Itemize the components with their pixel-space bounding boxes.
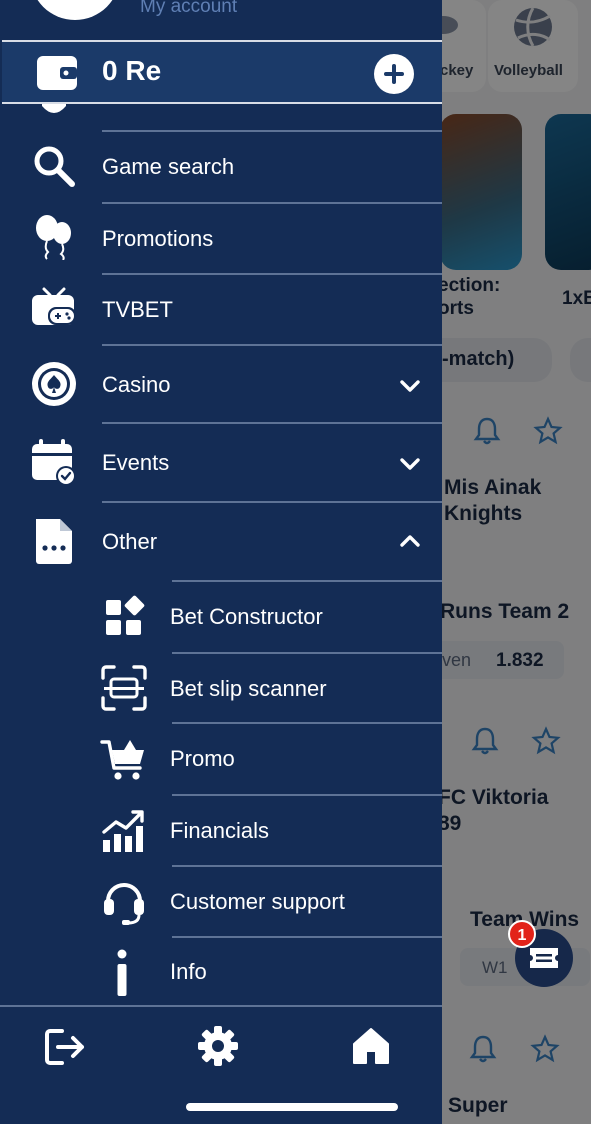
menu-label: Promotions bbox=[102, 226, 214, 251]
menu-label: TVBET bbox=[102, 297, 173, 322]
menu-label: Events bbox=[102, 450, 170, 475]
tv-gamepad-icon bbox=[32, 287, 76, 325]
casino-chip-icon bbox=[32, 362, 76, 406]
submenu-label: Bet slip scanner bbox=[170, 676, 327, 701]
home-icon[interactable] bbox=[352, 1027, 390, 1065]
submenu-item-info[interactable]: Info bbox=[0, 938, 442, 1008]
chevron-down-icon bbox=[400, 380, 420, 392]
bet-slip-count-badge: 1 bbox=[508, 920, 536, 948]
submenu-item-bet-constructor[interactable]: Bet Constructor bbox=[0, 582, 442, 652]
chevron-down-icon bbox=[400, 458, 420, 470]
info-icon bbox=[117, 949, 127, 996]
balance-amount: 0 Re bbox=[102, 55, 162, 86]
menu-label: Other bbox=[102, 529, 158, 554]
wallet-icon bbox=[37, 56, 77, 90]
menu-item-game-search[interactable]: Game search bbox=[0, 132, 442, 202]
gear-icon[interactable] bbox=[197, 1025, 239, 1067]
submenu-label: Customer support bbox=[170, 889, 345, 914]
menu-item-promotions[interactable]: Promotions bbox=[0, 204, 442, 274]
financial-chart-icon bbox=[102, 810, 144, 852]
search-icon bbox=[34, 146, 75, 187]
submenu-label: Info bbox=[170, 959, 207, 984]
scanner-icon bbox=[101, 665, 147, 711]
logout-icon[interactable] bbox=[44, 1027, 86, 1067]
blocks-icon bbox=[106, 595, 145, 635]
submenu-item-financials[interactable]: Financials bbox=[0, 796, 442, 866]
headset-icon bbox=[104, 883, 144, 925]
submenu-item-bet-slip-scanner[interactable]: Bet slip scanner bbox=[0, 654, 442, 724]
my-account-link[interactable]: My account bbox=[140, 0, 237, 18]
home-indicator bbox=[186, 1103, 398, 1111]
ticket-icon bbox=[530, 948, 558, 968]
balloons-icon bbox=[36, 215, 71, 260]
avatar[interactable] bbox=[30, 0, 120, 20]
submenu-label: Financials bbox=[170, 818, 270, 843]
side-drawer: My account 0 Re Game search Promotions T… bbox=[0, 0, 442, 1124]
calendar-check-icon bbox=[32, 439, 76, 486]
menu-item-other[interactable]: Other bbox=[0, 503, 442, 581]
plus-icon bbox=[384, 64, 404, 84]
shopping-cart-icon bbox=[100, 740, 144, 780]
menu-label: Game search bbox=[102, 154, 235, 179]
submenu-label: Bet Constructor bbox=[170, 604, 323, 629]
menu-item-events[interactable]: Events bbox=[0, 424, 442, 502]
submenu-item-promo[interactable]: Promo bbox=[0, 724, 442, 794]
submenu-label: Promo bbox=[170, 746, 235, 771]
chevron-up-icon bbox=[400, 535, 420, 547]
menu-item-casino[interactable]: Casino bbox=[0, 346, 442, 424]
deposit-button[interactable] bbox=[374, 54, 414, 94]
document-dots-icon bbox=[36, 519, 72, 564]
menu-item-tvbet[interactable]: TVBET bbox=[0, 275, 442, 345]
balance-bar[interactable]: 0 Re bbox=[2, 40, 442, 104]
menu-label: Casino bbox=[102, 372, 171, 397]
submenu-item-customer-support[interactable]: Customer support bbox=[0, 867, 442, 937]
